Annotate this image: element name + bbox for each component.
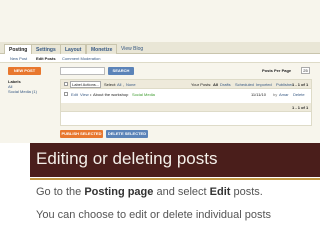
pager-top: 1 - 1 of 1	[292, 82, 309, 87]
post-edit-link[interactable]: Edit	[71, 90, 78, 99]
delete-selected-button[interactable]: DELETE SELECTED	[106, 130, 148, 138]
line1-mid: and select	[156, 186, 207, 198]
post-title[interactable]: About the workshop	[93, 90, 128, 99]
new-post-button[interactable]: NEW POST	[8, 67, 41, 75]
post-delete-link[interactable]: Delete	[293, 90, 305, 99]
filter-all[interactable]: All	[213, 80, 218, 89]
filter-imported[interactable]: Imported	[256, 80, 272, 89]
posts-header-bar: Label Actions... Select: All , None Your…	[61, 80, 311, 89]
post-author[interactable]: Amar	[279, 90, 289, 99]
slide-title-band: Editing or deleting posts	[30, 143, 320, 177]
pager-bottom: 1 - 1 of 1	[292, 105, 309, 110]
filter-scheduled[interactable]: Scheduled	[235, 80, 254, 89]
slide-title: Editing or deleting posts	[36, 149, 218, 168]
subtab-new-post[interactable]: New Post	[10, 55, 27, 62]
select-all-checkbox[interactable]	[64, 82, 68, 86]
posts-panel: Label Actions... Select: All , None Your…	[60, 79, 312, 126]
post-date: 11/11/10	[251, 92, 266, 97]
select-all-link[interactable]: All	[117, 80, 121, 89]
view-blog-link[interactable]: View Blog	[117, 44, 147, 54]
line1-posting-page: Posting page	[84, 186, 154, 198]
select-none-link[interactable]: None	[126, 80, 136, 89]
subtab-comment-moderation[interactable]: Comment Moderation	[62, 55, 100, 62]
your-posts-label: Your Posts:	[191, 82, 212, 87]
line1-post: posts.	[233, 186, 263, 198]
post-by: by	[273, 92, 278, 97]
label-social-media[interactable]: Social Media (1)	[8, 89, 53, 94]
tab-monetize[interactable]: Monetize	[86, 44, 118, 54]
tab-layout[interactable]: Layout	[60, 44, 87, 54]
line1-pre: Go to the	[36, 186, 82, 198]
main-tabs: Posting Settings Layout Monetize View Bl…	[0, 42, 320, 54]
labels-sidebar: Labels All Social Media (1)	[8, 79, 53, 94]
posts-per-page-label: Posts Per Page	[262, 68, 292, 73]
label-actions-dropdown[interactable]: Label Actions...	[70, 81, 102, 88]
slide-caption: Editing or deleting posts Go to the Post…	[0, 143, 320, 240]
subtab-edit-posts[interactable]: Edit Posts	[36, 55, 56, 62]
publish-selected-button[interactable]: PUBLISH SELECTED	[60, 130, 103, 138]
filter-drafts[interactable]: Drafts	[220, 80, 231, 89]
filter-published[interactable]: Published	[276, 80, 294, 89]
tab-posting[interactable]: Posting	[4, 44, 33, 54]
posts-footer-bar: 1 - 1 of 1	[61, 103, 311, 112]
instruction-line-2: You can choose to edit or delete individ…	[36, 209, 272, 221]
select-separator: ,	[123, 82, 125, 87]
tab-settings[interactable]: Settings	[31, 44, 61, 54]
post-label-tag[interactable]: Social Media	[132, 90, 155, 99]
line1-edit: Edit	[209, 186, 231, 198]
search-button[interactable]: SEARCH	[108, 67, 134, 75]
post-view-link[interactable]: View	[80, 90, 89, 99]
instruction-line-1: Go to the Posting page and select Edit p…	[36, 185, 263, 199]
post-view-separator: •	[90, 92, 92, 97]
blogger-screenshot: Posting Settings Layout Monetize View Bl…	[0, 0, 320, 143]
select-label: Select:	[104, 82, 117, 87]
post-checkbox[interactable]	[64, 92, 68, 96]
post-row: Edit View • About the workshop Social Me…	[61, 90, 311, 99]
search-input[interactable]	[60, 67, 105, 75]
sub-tabs: New Post Edit Posts Comment Moderation	[0, 54, 320, 63]
posts-per-page-select[interactable]: 25	[301, 67, 310, 74]
title-underline	[30, 178, 320, 180]
